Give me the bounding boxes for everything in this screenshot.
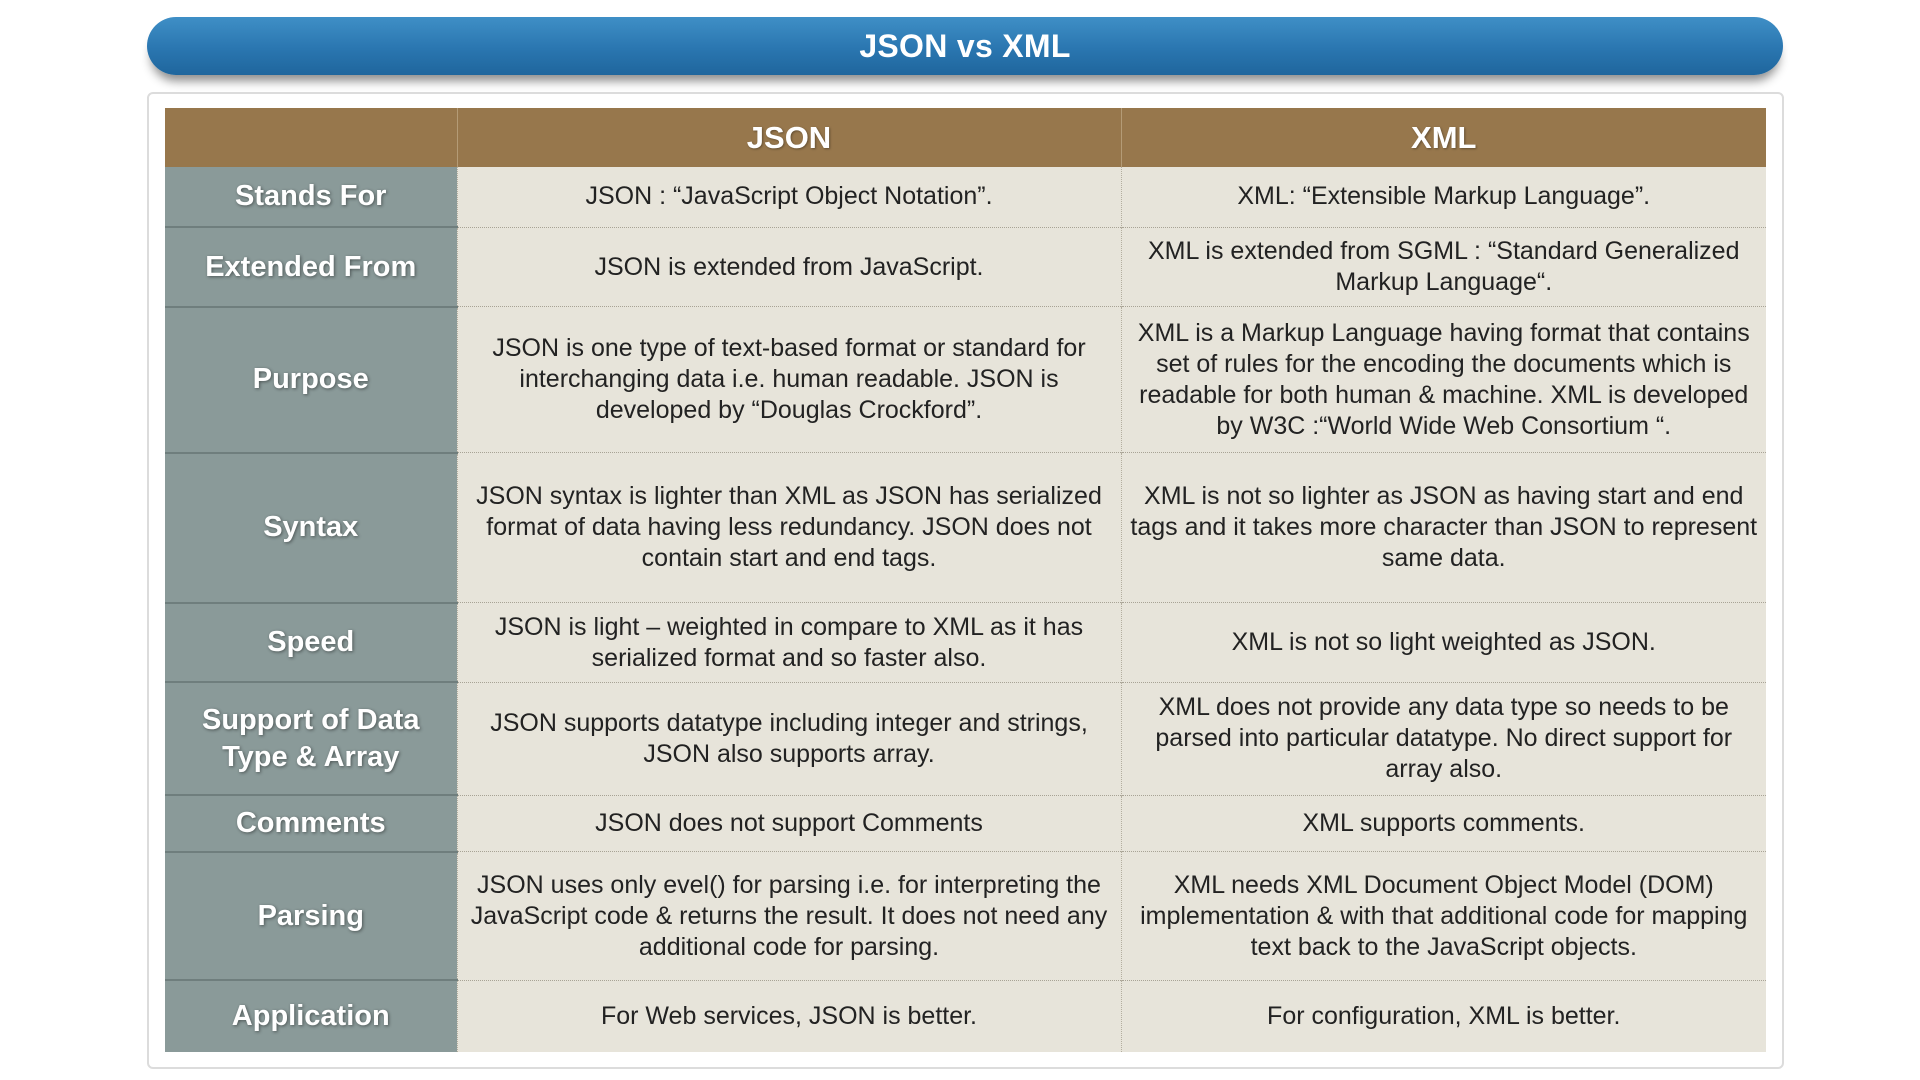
json-cell: JSON syntax is lighter than XML as JSON … — [456, 452, 1121, 603]
title-banner: JSON vs XML — [147, 17, 1783, 75]
json-cell: JSON is one type of text-based format or… — [456, 306, 1121, 453]
json-cell: For Web services, JSON is better. — [456, 979, 1121, 1052]
table-row: Application For Web services, JSON is be… — [165, 979, 1766, 1052]
row-header: Purpose — [165, 305, 457, 453]
row-header: Support of Data Type & Array — [165, 681, 457, 796]
json-cell: JSON : “JavaScript Object Notation”. — [456, 167, 1121, 228]
row-header: Speed — [165, 601, 457, 683]
xml-cell: XML does not provide any data type so ne… — [1120, 681, 1766, 796]
table-row: Comments JSON does not support Comments … — [165, 794, 1766, 852]
json-cell: JSON supports datatype including integer… — [456, 681, 1121, 796]
header-json: JSON — [456, 108, 1121, 167]
table-row: Support of Data Type & Array JSON suppor… — [165, 681, 1766, 796]
json-cell: JSON does not support Comments — [456, 794, 1121, 852]
xml-cell: XML: “Extensible Markup Language”. — [1120, 167, 1766, 228]
xml-cell: XML supports comments. — [1120, 794, 1766, 852]
row-header: Application — [165, 979, 457, 1052]
xml-cell: XML is not so light weighted as JSON. — [1120, 602, 1766, 683]
row-header: Syntax — [165, 451, 457, 603]
json-cell: JSON is light – weighted in compare to X… — [456, 602, 1121, 683]
row-header: Parsing — [165, 850, 457, 981]
page-title: JSON vs XML — [859, 27, 1071, 64]
header-corner-cell — [165, 108, 457, 167]
xml-cell: XML is extended from SGML : “Standard Ge… — [1120, 226, 1766, 307]
xml-cell: XML is not so lighter as JSON as having … — [1120, 452, 1766, 603]
table-row: Syntax JSON syntax is lighter than XML a… — [165, 451, 1766, 603]
table-row: Extended From JSON is extended from Java… — [165, 226, 1766, 307]
json-cell: JSON is extended from JavaScript. — [456, 226, 1121, 307]
table-row: Stands For JSON : “JavaScript Object Not… — [165, 167, 1766, 228]
table-row: Parsing JSON uses only evel() for parsin… — [165, 850, 1766, 981]
header-row: JSON XML — [165, 108, 1766, 167]
row-header: Comments — [165, 794, 457, 852]
table-row: Purpose JSON is one type of text-based f… — [165, 305, 1766, 453]
xml-cell: XML is a Markup Language having format t… — [1120, 306, 1766, 453]
table-row: Speed JSON is light – weighted in compar… — [165, 601, 1766, 683]
header-xml: XML — [1120, 108, 1766, 167]
xml-cell: XML needs XML Document Object Model (DOM… — [1120, 851, 1766, 981]
json-cell: JSON uses only evel() for parsing i.e. f… — [456, 851, 1121, 981]
xml-cell: For configuration, XML is better. — [1120, 979, 1766, 1052]
row-header: Stands For — [165, 167, 457, 228]
comparison-table: JSON XML Stands For JSON : “JavaScript O… — [165, 108, 1766, 1052]
row-header: Extended From — [165, 226, 457, 307]
